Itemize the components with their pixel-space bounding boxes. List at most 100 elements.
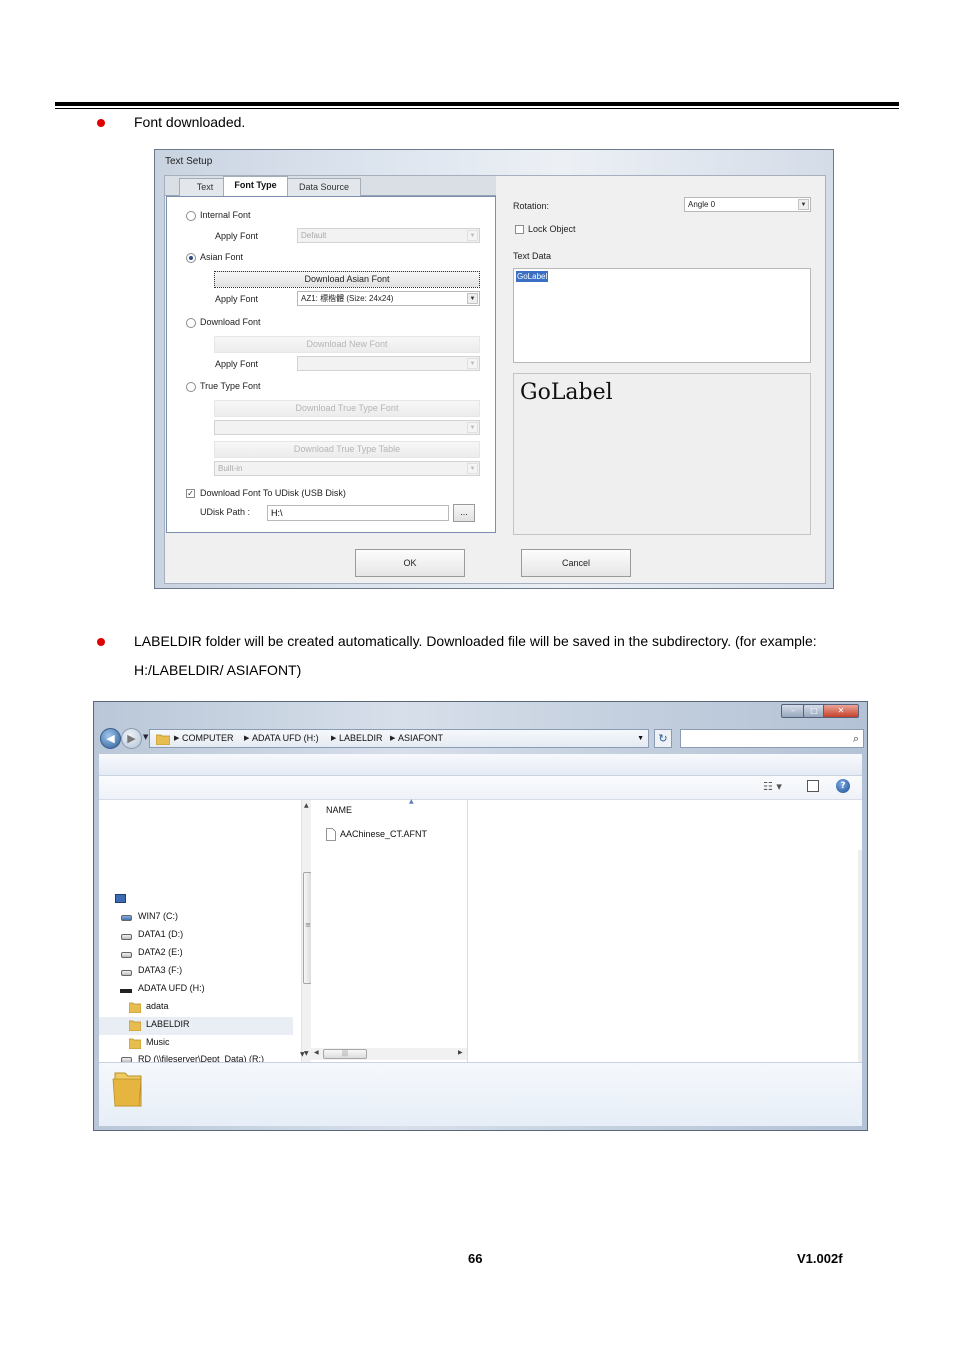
folder-icon — [129, 1038, 141, 1049]
tree-item[interactable]: ADATA UFD (H:) — [138, 983, 205, 993]
history-dropdown-icon[interactable]: ▼ — [143, 733, 148, 741]
rotation-label: Rotation: — [513, 201, 550, 211]
close-icon[interactable]: ✕ — [823, 704, 859, 718]
right-scrollbar — [858, 850, 862, 1062]
minimize-icon[interactable]: – — [781, 704, 805, 718]
asian-font-value: AZ1: 標楷體 (Size: 24x24) — [301, 294, 394, 303]
view-toolbar: ☷ ▾ ? — [99, 776, 862, 800]
udisk-checkbox[interactable]: ✓ — [186, 489, 195, 498]
nav-pane-dropdown-icon[interactable]: ▼ — [300, 1051, 305, 1058]
bullet-dot — [97, 638, 105, 646]
chevron-down-icon: ▼ — [798, 199, 809, 210]
windows-drive-icon — [121, 915, 132, 921]
apply-font-label: Apply Font — [215, 359, 259, 369]
text-preview: GoLabel — [513, 373, 811, 535]
scroll-left-icon[interactable]: ◀ — [314, 1049, 319, 1056]
cancel-button[interactable]: Cancel — [521, 549, 631, 577]
download-true-type-font-button[interactable]: Download True Type Font — [214, 400, 480, 417]
lock-object-checkbox[interactable] — [515, 225, 524, 234]
search-input[interactable]: ⌕ — [680, 729, 864, 748]
chevron-down-icon: ▼ — [467, 293, 478, 304]
breadcrumb-labeldir[interactable]: LABELDIR — [339, 730, 383, 747]
breadcrumb-asiafont[interactable]: ASIAFONT — [398, 730, 443, 747]
navigation-pane: WIN7 (C:) DATA1 (D:) DATA2 (E:) DATA3 (F… — [99, 800, 313, 1062]
hard-drive-icon — [121, 970, 132, 976]
folder-icon — [129, 1002, 141, 1013]
file-item[interactable]: AAChinese_CT.AFNT — [340, 829, 427, 839]
address-bar[interactable]: ▶ COMPUTER ▶ ADATA UFD (H:) ▶ LABELDIR ▶… — [149, 729, 649, 748]
preview-pane-icon[interactable] — [807, 780, 819, 792]
internal-font-select[interactable]: Default ▼ — [297, 228, 480, 243]
scroll-up-icon[interactable]: ▲ — [304, 802, 309, 809]
large-folder-icon — [112, 1072, 142, 1107]
view-options-icon[interactable]: ☷ ▾ — [763, 780, 782, 793]
scroll-grip-icon: ≡ — [305, 921, 311, 929]
true-type-table-select[interactable]: Built-in ▼ — [214, 461, 480, 476]
true-type-font-label: True Type Font — [200, 381, 261, 391]
back-icon[interactable]: ◀ — [100, 728, 121, 749]
chevron-right-icon: ▶ — [331, 735, 337, 742]
tree-item[interactable]: RD (\\fileserver\Dept_Data) (R:) — [138, 1054, 264, 1062]
help-icon[interactable]: ? — [836, 779, 850, 793]
tree-item[interactable]: DATA1 (D:) — [138, 929, 183, 939]
tree-item[interactable]: Music — [146, 1037, 170, 1047]
download-asian-font-button[interactable]: Download Asian Font — [214, 271, 480, 288]
chevron-down-icon: ▼ — [467, 422, 478, 433]
horizontal-scrollbar[interactable]: ◀ ||| ▶ — [311, 1048, 467, 1060]
download-font-radio[interactable] — [186, 318, 196, 328]
chevron-right-icon: ▶ — [174, 735, 180, 742]
internal-font-radio[interactable] — [186, 211, 196, 221]
dialog-body: Text Font Type Data Source Internal Font… — [164, 175, 826, 584]
tree-item[interactable]: adata — [146, 1001, 169, 1011]
udisk-path-input[interactable]: H:\ — [267, 505, 449, 521]
breadcrumb-drive[interactable]: ADATA UFD (H:) — [252, 730, 319, 747]
scroll-right-icon[interactable]: ▶ — [458, 1049, 463, 1056]
tree-item[interactable]: LABELDIR — [146, 1019, 190, 1029]
tab-font-type[interactable]: Font Type — [223, 176, 288, 197]
chevron-down-icon: ▼ — [467, 230, 478, 241]
browse-button[interactable]: ... — [453, 504, 475, 522]
true-type-font-select[interactable]: ▼ — [214, 420, 480, 435]
breadcrumb-computer[interactable]: COMPUTER — [182, 730, 234, 747]
refresh-icon[interactable]: ↻ — [654, 729, 672, 748]
text-data-input[interactable]: GoLabel — [513, 268, 811, 363]
explorer-window: – □ ✕ ◀ ▶ ▼ ▶ COMPUTER ▶ ADATA UFD (H:) … — [93, 701, 868, 1131]
file-list: ▲ NAME AAChinese_CT.AFNT ◀ ||| ▶ — [311, 798, 468, 1062]
asian-font-select[interactable]: AZ1: 標楷體 (Size: 24x24) ▼ — [297, 291, 480, 306]
chevron-right-icon: ▶ — [390, 735, 396, 742]
bullet-text-line2: H:/LABELDIR/ ASIAFONT) — [134, 662, 302, 678]
tree-item-clipped: RD (\\fileserver\Dept_Data) (R:) — [99, 1054, 299, 1062]
hscroll-thumb[interactable]: ||| — [323, 1049, 367, 1059]
tree-item[interactable]: DATA3 (F:) — [138, 965, 182, 975]
internal-font-value: Default — [301, 231, 327, 240]
dialog-title: Text Setup — [165, 156, 213, 167]
chevron-down-icon: ▼ — [467, 358, 478, 369]
column-header-name[interactable]: NAME — [326, 805, 352, 815]
ok-button[interactable]: OK — [355, 549, 465, 577]
folder-icon — [129, 1020, 141, 1031]
file-icon — [326, 828, 336, 841]
document-version: V1.002f — [797, 1251, 843, 1266]
maximize-icon[interactable]: □ — [803, 704, 825, 718]
forward-icon[interactable]: ▶ — [121, 728, 142, 749]
table-value: Built-in — [218, 464, 243, 473]
content-area — [468, 800, 862, 1062]
download-true-type-table-button[interactable]: Download True Type Table — [214, 441, 480, 458]
download-new-font-button[interactable]: Download New Font — [214, 336, 480, 353]
true-type-font-radio[interactable] — [186, 382, 196, 392]
text-data-label: Text Data — [513, 251, 552, 261]
rotation-select[interactable]: Angle 0 ▼ — [684, 197, 811, 212]
asian-font-radio[interactable] — [186, 253, 196, 263]
tab-data-source[interactable]: Data Source — [287, 178, 361, 196]
text-data-value: GoLabel — [516, 271, 549, 282]
tree-item[interactable]: WIN7 (C:) — [138, 911, 178, 921]
download-font-select[interactable]: ▼ — [297, 356, 480, 371]
search-icon: ⌕ — [852, 732, 859, 745]
lock-object-label: Lock Object — [528, 224, 576, 234]
page-number: 66 — [468, 1251, 483, 1266]
address-dropdown-icon[interactable]: ▼ — [637, 730, 644, 747]
tree-item[interactable]: DATA2 (E:) — [138, 947, 183, 957]
tab-bar: Text Font Type Data Source — [165, 176, 496, 197]
header-rule — [55, 102, 899, 106]
font-type-panel: Internal Font Apply Font Default ▼ Asian… — [166, 196, 496, 533]
